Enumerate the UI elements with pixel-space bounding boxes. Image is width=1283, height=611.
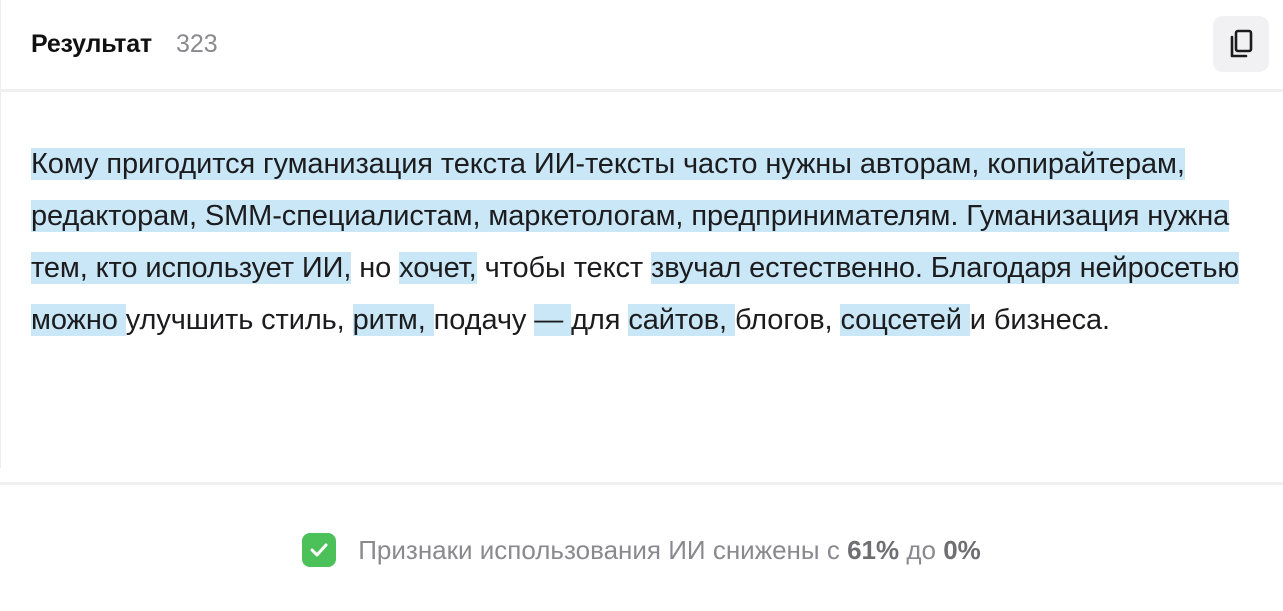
text-segment: улучшить стиль, [125,304,353,336]
text-segment: и бизнеса. [969,304,1110,336]
highlighted-segment: сайтов, [628,304,735,336]
checkmark-icon [302,533,337,567]
highlighted-segment: ритм, [352,304,434,336]
text-segment: для [571,304,629,336]
text-segment: подачу [433,304,535,336]
result-header: Результат 323 [0,0,1283,92]
copy-icon [1230,29,1253,58]
ai-score-after: 0% [943,534,981,565]
result-title: Результат [31,30,152,58]
divider [0,482,1283,485]
text-segment: но [351,252,400,284]
copy-button[interactable] [1213,16,1269,72]
character-count: 323 [176,30,218,58]
ai-score-before: 61% [847,534,900,565]
text-segment: блогов, [734,304,841,336]
highlighted-segment: соцсетей [840,304,970,336]
result-panel: Результат 323 Кому пригодится гуманизаци… [0,0,1283,611]
highlighted-segment: хочет, [399,252,477,284]
ai-detection-status: Признаки использования ИИ снижены с 61% … [0,530,1283,570]
text-segment: чтобы текст [476,252,652,284]
highlighted-segment: — [534,304,572,336]
status-prefix: Признаки использования ИИ снижены с [358,534,848,565]
result-text[interactable]: Кому пригодится гуманизация текста ИИ-те… [31,138,1271,346]
status-message: Признаки использования ИИ снижены с 61% … [358,535,981,566]
status-middle: до [899,534,944,565]
